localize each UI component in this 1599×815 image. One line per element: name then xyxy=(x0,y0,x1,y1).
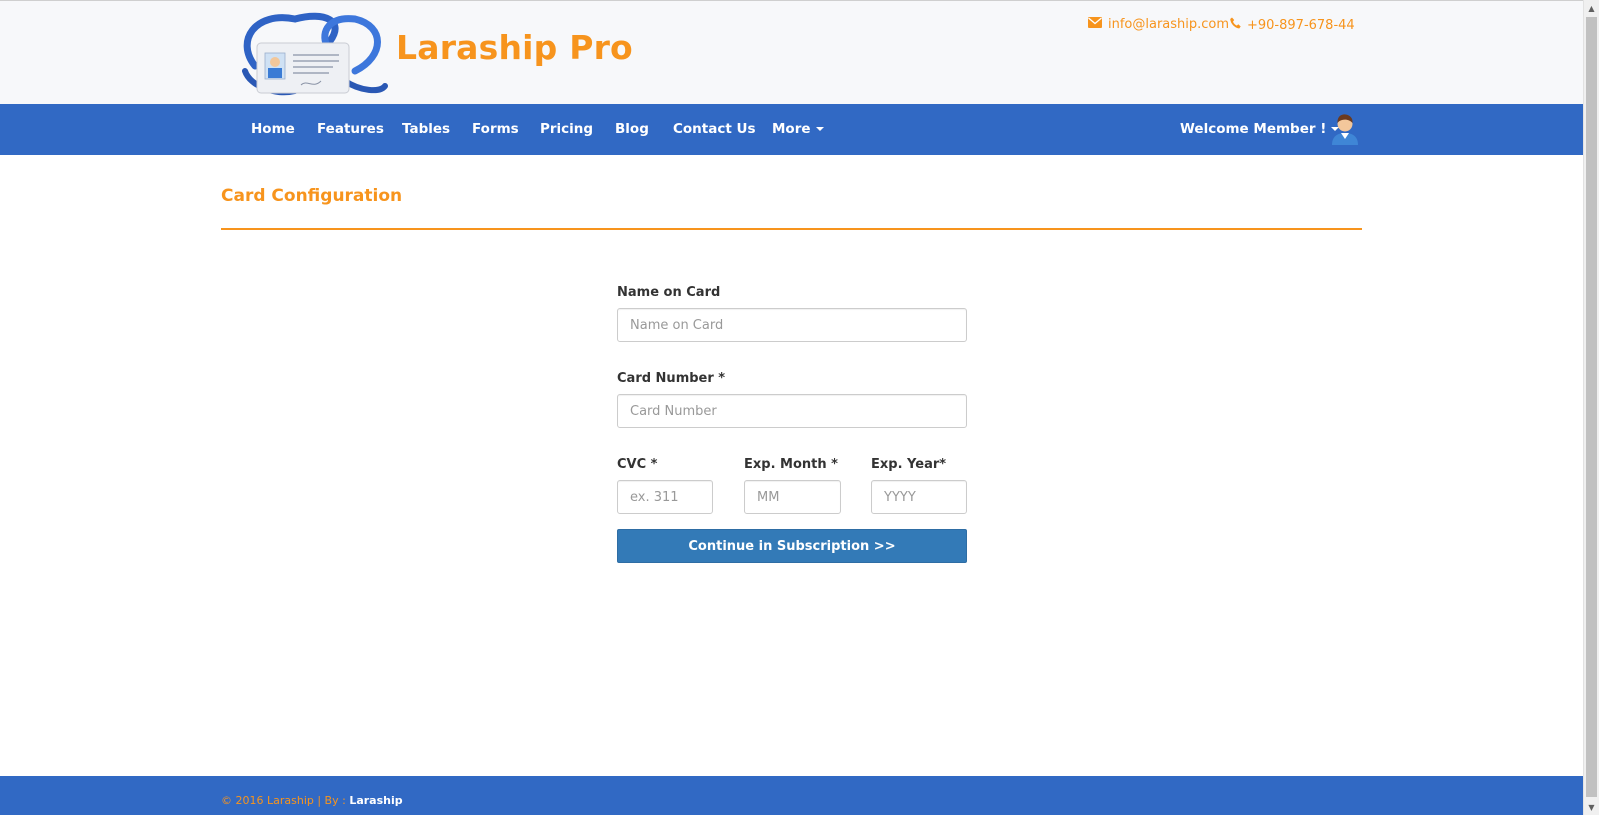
exp-year-input[interactable] xyxy=(871,480,967,514)
caret-down-icon xyxy=(815,127,824,131)
contact-email[interactable]: info@laraship.com xyxy=(1088,17,1229,32)
nav-forms[interactable]: Forms xyxy=(472,121,519,137)
scrollbar-thumb[interactable] xyxy=(1586,17,1597,797)
copyright-text: © 2016 Laraship | By : xyxy=(221,794,350,807)
vertical-scrollbar[interactable]: ▲ ▼ xyxy=(1583,0,1599,815)
exp-year-label: Exp. Year* xyxy=(871,457,947,472)
contact-phone[interactable]: +90-897-678-44 xyxy=(1230,17,1355,33)
phone-icon xyxy=(1230,17,1241,33)
nav-home[interactable]: Home xyxy=(251,121,295,137)
site-footer: © 2016 Laraship | By : Laraship xyxy=(0,776,1583,815)
nav-features[interactable]: Features xyxy=(317,121,384,137)
cvc-label: CVC * xyxy=(617,457,658,472)
scroll-down-arrow-icon[interactable]: ▼ xyxy=(1584,799,1599,815)
nav-blog[interactable]: Blog xyxy=(615,121,649,137)
email-text[interactable]: info@laraship.com xyxy=(1108,17,1229,32)
envelope-icon xyxy=(1088,17,1102,32)
id-badge-logo[interactable] xyxy=(235,11,390,96)
name-on-card-input[interactable] xyxy=(617,308,967,342)
user-menu-dropdown[interactable]: Welcome Member ! xyxy=(1180,121,1340,137)
user-avatar-icon[interactable] xyxy=(1330,112,1360,146)
title-divider xyxy=(221,228,1362,230)
exp-month-input[interactable] xyxy=(744,480,841,514)
welcome-text: Welcome Member ! xyxy=(1180,121,1327,137)
cvc-input[interactable] xyxy=(617,480,713,514)
name-on-card-label: Name on Card xyxy=(617,285,721,300)
scroll-up-arrow-icon[interactable]: ▲ xyxy=(1584,0,1599,16)
page-title: Card Configuration xyxy=(221,186,403,206)
nav-contact-us[interactable]: Contact Us xyxy=(673,121,756,137)
nav-more-dropdown[interactable]: More xyxy=(772,121,824,137)
nav-tables[interactable]: Tables xyxy=(402,121,450,137)
card-number-input[interactable] xyxy=(617,394,967,428)
nav-more-label: More xyxy=(772,121,811,137)
brand-title[interactable]: Laraship Pro xyxy=(396,28,633,67)
phone-text[interactable]: +90-897-678-44 xyxy=(1247,18,1355,33)
site-header: Laraship Pro info@laraship.com +90-897-6… xyxy=(0,1,1583,104)
main-navbar: Home Features Tables Forms Pricing Blog … xyxy=(0,104,1583,155)
card-number-label: Card Number * xyxy=(617,371,726,386)
footer-author-link[interactable]: Laraship xyxy=(349,794,402,807)
exp-month-label: Exp. Month * xyxy=(744,457,838,472)
footer-copyright: © 2016 Laraship | By : Laraship xyxy=(221,794,403,807)
nav-pricing[interactable]: Pricing xyxy=(540,121,593,137)
continue-subscription-button[interactable]: Continue in Subscription >> xyxy=(617,529,967,563)
